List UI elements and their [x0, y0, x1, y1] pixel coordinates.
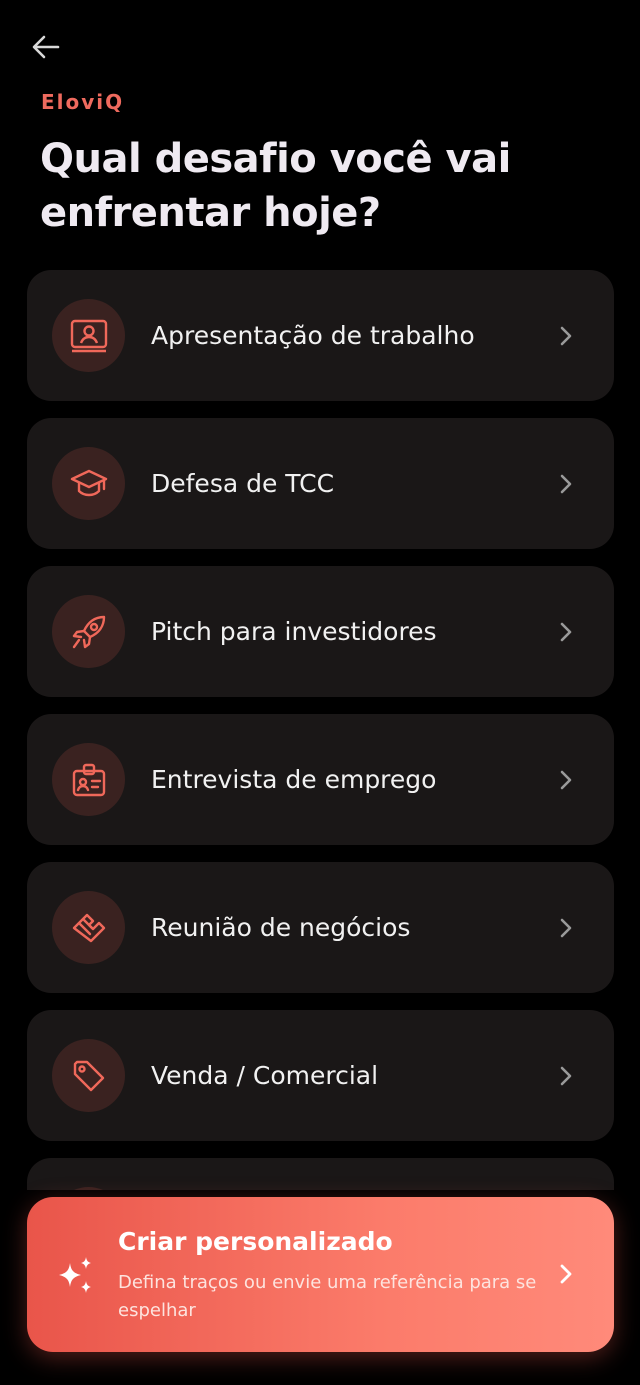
challenge-label: Venda / Comercial — [151, 1061, 379, 1090]
graduation-cap-icon — [52, 447, 125, 520]
challenge-label: Reunião de negócios — [151, 913, 411, 942]
challenge-label: Pitch para investidores — [151, 617, 437, 646]
chevron-right-icon — [556, 769, 576, 791]
sparkles-icon — [55, 1255, 97, 1297]
chevron-right-icon — [556, 325, 576, 347]
challenge-list: Apresentação de trabalho Defesa de TCC P… — [27, 270, 614, 1190]
id-badge-icon — [52, 743, 125, 816]
challenge-card-tcc[interactable]: Defesa de TCC — [27, 418, 614, 549]
chevron-right-icon — [556, 473, 576, 495]
challenge-card-pitch[interactable]: Pitch para investidores — [27, 566, 614, 697]
chevron-right-icon — [556, 621, 576, 643]
brand-name: EloviQ — [41, 90, 125, 114]
price-tag-icon — [52, 1039, 125, 1112]
page-title: Qual desafio você vai enfrentar hoje? — [40, 136, 511, 236]
chevron-right-icon — [556, 1065, 576, 1087]
presentation-user-icon — [52, 299, 125, 372]
handshake-icon — [52, 891, 125, 964]
partial-icon — [52, 1187, 125, 1190]
back-button[interactable] — [24, 28, 68, 66]
rocket-icon — [52, 595, 125, 668]
challenge-card-interview[interactable]: Entrevista de emprego — [27, 714, 614, 845]
challenge-label: Apresentação de trabalho — [151, 321, 475, 350]
cta-title: Criar personalizado — [118, 1227, 393, 1256]
chevron-right-icon — [556, 1262, 576, 1286]
challenge-card-presentation[interactable]: Apresentação de trabalho — [27, 270, 614, 401]
arrow-left-icon — [32, 35, 60, 59]
challenge-label: Entrevista de emprego — [151, 765, 437, 794]
challenge-label: Defesa de TCC — [151, 469, 335, 498]
challenge-card-sales[interactable]: Venda / Comercial — [27, 1010, 614, 1141]
challenge-card-partial[interactable] — [27, 1158, 614, 1190]
challenge-card-business-meeting[interactable]: Reunião de negócios — [27, 862, 614, 993]
cta-subtitle: Defina traços ou envie uma referência pa… — [118, 1272, 537, 1321]
chevron-right-icon — [556, 917, 576, 939]
create-custom-button[interactable]: Criar personalizado Defina traços ou env… — [27, 1197, 614, 1352]
